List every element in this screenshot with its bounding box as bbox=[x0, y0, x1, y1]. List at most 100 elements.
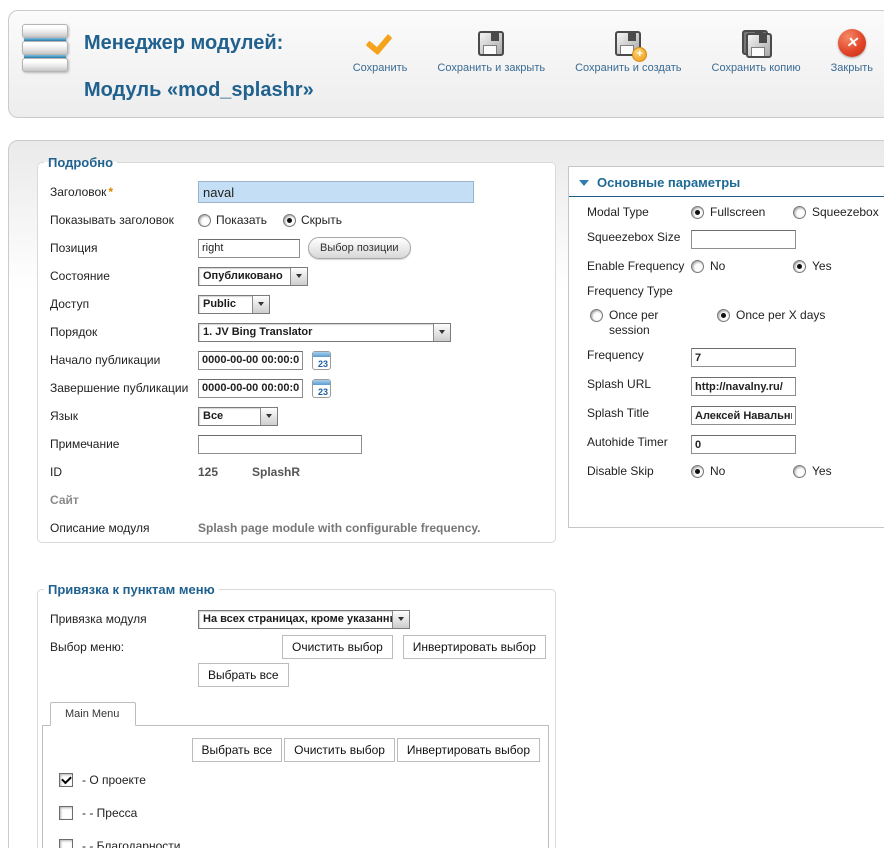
menu-item-label: - - Пресса bbox=[82, 806, 137, 820]
floppy-disk-icon bbox=[478, 28, 504, 58]
panel-invert-button[interactable]: Инвертировать выбор bbox=[397, 738, 540, 762]
tab-main-menu[interactable]: Main Menu bbox=[50, 702, 136, 726]
panel-select-all-button[interactable]: Выбрать все bbox=[192, 738, 283, 762]
menu-panel-buttons: Выбрать все Очистить выбор Инвертировать… bbox=[43, 738, 540, 762]
description-label: Описание модуля bbox=[50, 521, 198, 535]
autohide-timer-label: Autohide Timer bbox=[587, 435, 691, 450]
menu-item-row[interactable]: - О проекте bbox=[43, 765, 540, 795]
frequency-type-option-session[interactable]: Once per session bbox=[590, 308, 717, 338]
frequency-input[interactable] bbox=[691, 348, 796, 367]
toolbar-close-button[interactable]: Закрыть bbox=[831, 28, 873, 74]
collapse-arrow-icon bbox=[579, 180, 589, 186]
id-label: ID bbox=[50, 465, 198, 479]
show-option-label: Показать bbox=[216, 213, 267, 227]
frequency-type-option-xdays[interactable]: Once per X days bbox=[717, 308, 825, 322]
toolbar-save-copy-button[interactable]: Сохранить копию bbox=[712, 28, 801, 74]
language-select[interactable]: Все bbox=[198, 407, 278, 426]
radio-icon[interactable] bbox=[283, 214, 296, 227]
modal-type-option-squeezebox[interactable]: Squeezebox bbox=[793, 205, 879, 219]
panel-clear-button[interactable]: Очистить выбор bbox=[284, 738, 395, 762]
enable-frequency-option-no[interactable]: No bbox=[691, 259, 793, 273]
radio-icon[interactable] bbox=[793, 260, 806, 273]
squeezebox-size-input[interactable] bbox=[691, 230, 796, 249]
squeezebox-size-label: Squeezebox Size bbox=[587, 230, 691, 245]
params-panel: Основные параметры Modal Type Fullscreen… bbox=[568, 166, 884, 528]
radio-icon[interactable] bbox=[691, 260, 704, 273]
splash-title-input[interactable] bbox=[691, 406, 796, 425]
frequency-type-label-row: Frequency Type bbox=[569, 276, 884, 300]
menu-item-checkbox[interactable] bbox=[59, 839, 73, 848]
disable-skip-option-no[interactable]: No bbox=[691, 464, 793, 478]
toolbar-save-new-button[interactable]: Сохранить и создать bbox=[575, 28, 681, 74]
required-asterisk: * bbox=[108, 185, 113, 199]
menu-item-checkbox[interactable] bbox=[59, 806, 73, 820]
finish-publishing-row: Завершение публикации 23 bbox=[38, 374, 555, 402]
site-label: Сайт bbox=[50, 493, 198, 507]
calendar-icon bbox=[313, 352, 330, 357]
toolbar-save-button[interactable]: Сохранить bbox=[353, 28, 408, 74]
menu-tabs: Main Menu bbox=[50, 701, 555, 725]
splash-url-input[interactable] bbox=[691, 377, 796, 396]
radio-icon[interactable] bbox=[793, 465, 806, 478]
splash-title-label: Splash Title bbox=[587, 406, 691, 421]
finish-publishing-input[interactable] bbox=[198, 379, 303, 398]
access-row: Доступ Public bbox=[38, 290, 555, 318]
module-bar bbox=[22, 41, 68, 55]
radio-icon[interactable] bbox=[793, 206, 806, 219]
status-select[interactable]: Опубликовано bbox=[198, 267, 308, 286]
status-row: Состояние Опубликовано bbox=[38, 262, 555, 290]
invert-selection-button[interactable]: Инвертировать выбор bbox=[403, 635, 546, 659]
menu-item-row[interactable]: - - Пресса bbox=[43, 798, 540, 828]
radio-icon[interactable] bbox=[198, 214, 211, 227]
note-input[interactable] bbox=[198, 435, 362, 454]
show-title-option-hide[interactable]: Скрыть bbox=[283, 213, 342, 227]
save-check-icon bbox=[365, 28, 395, 58]
description-value: Splash page module with configurable fre… bbox=[198, 521, 481, 535]
modal-type-option-fullscreen[interactable]: Fullscreen bbox=[691, 205, 793, 219]
radio-icon[interactable] bbox=[590, 309, 603, 322]
calendar-button-start[interactable]: 23 bbox=[312, 351, 331, 370]
details-legend: Подробно bbox=[44, 155, 117, 170]
module-bar bbox=[22, 58, 68, 72]
content-area: Подробно Заголовок* Показывать заголовок… bbox=[8, 140, 884, 848]
calendar-button-finish[interactable]: 23 bbox=[312, 379, 331, 398]
menu-assignment-fieldset: Привязка к пунктам меню Привязка модуля … bbox=[37, 582, 556, 848]
start-publishing-label: Начало публикации bbox=[50, 353, 198, 367]
params-panel-header[interactable]: Основные параметры bbox=[569, 167, 884, 197]
module-manager-page: Менеджер модулей: Модуль «mod_splashr» С… bbox=[0, 0, 884, 848]
header: Менеджер модулей: Модуль «mod_splashr» С… bbox=[8, 10, 884, 118]
title-row: Заголовок* bbox=[38, 178, 555, 206]
note-row: Примечание bbox=[38, 430, 555, 458]
finish-publishing-label: Завершение публикации bbox=[50, 381, 198, 395]
position-input[interactable] bbox=[198, 239, 300, 258]
menu-assignment-legend: Привязка к пунктам меню bbox=[44, 582, 219, 597]
toolbar-save-close-button[interactable]: Сохранить и закрыть bbox=[437, 28, 545, 74]
frequency-type-options-row: Once per session Once per X days bbox=[569, 300, 884, 340]
dropdown-arrow-icon bbox=[252, 296, 269, 313]
start-publishing-input[interactable] bbox=[198, 351, 303, 370]
clear-selection-button[interactable]: Очистить выбор bbox=[282, 635, 393, 659]
floppy-plus-icon bbox=[615, 28, 641, 58]
title-input[interactable] bbox=[198, 181, 474, 203]
language-row: Язык Все bbox=[38, 402, 555, 430]
calendar-icon bbox=[313, 380, 330, 385]
assignment-select[interactable]: На всех страницах, кроме указанных bbox=[198, 610, 410, 629]
position-label: Позиция bbox=[50, 241, 198, 255]
position-select-button[interactable]: Выбор позиции bbox=[308, 237, 411, 259]
menu-item-checkbox[interactable] bbox=[59, 773, 73, 787]
radio-icon[interactable] bbox=[691, 465, 704, 478]
menu-item-row[interactable]: - - Благодарности bbox=[43, 831, 540, 848]
show-title-option-show[interactable]: Показать bbox=[198, 213, 267, 227]
order-select[interactable]: 1. JV Bing Translator bbox=[198, 323, 451, 342]
disable-skip-option-yes[interactable]: Yes bbox=[793, 464, 832, 478]
select-all-row: Выбрать все bbox=[38, 661, 555, 689]
select-all-button[interactable]: Выбрать все bbox=[198, 663, 289, 687]
menu-selection-row: Выбор меню: Очистить выбор Инвертировать… bbox=[38, 633, 555, 661]
modal-type-row: Modal Type Fullscreen Squeezebox bbox=[569, 197, 884, 222]
assignment-label: Привязка модуля bbox=[50, 612, 198, 626]
radio-icon[interactable] bbox=[691, 206, 704, 219]
radio-icon[interactable] bbox=[717, 309, 730, 322]
autohide-timer-input[interactable] bbox=[691, 435, 796, 454]
access-select[interactable]: Public bbox=[198, 295, 270, 314]
enable-frequency-option-yes[interactable]: Yes bbox=[793, 259, 832, 273]
